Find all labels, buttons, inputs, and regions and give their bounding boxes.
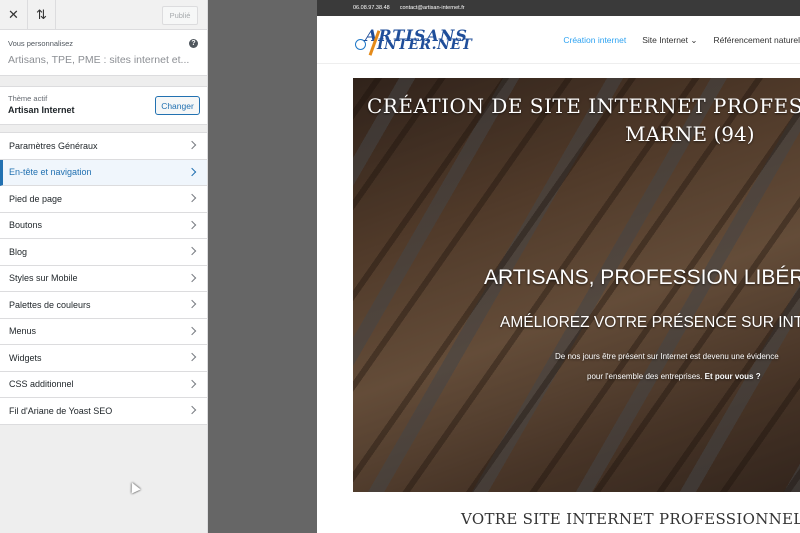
chevron-right-icon bbox=[187, 193, 197, 203]
contact-email[interactable]: contact@artisan-internet.fr bbox=[400, 5, 465, 11]
menu-item-label: Paramètres Généraux bbox=[9, 140, 98, 151]
publish-button[interactable]: Publié bbox=[162, 6, 198, 25]
menu-item-label: Palettes de couleurs bbox=[9, 299, 91, 310]
menu-item-mobile-styles[interactable]: Styles sur Mobile bbox=[0, 265, 207, 292]
section-title: VOTRE SITE INTERNET PROFESSIONNEL bbox=[461, 510, 800, 528]
hero-text-line1: De nos jours être présent sur Internet e… bbox=[555, 352, 779, 361]
nav-item-referencement[interactable]: Référencement naturel bbox=[714, 35, 800, 45]
nav-item-site-internet[interactable]: Site Internet ⌄ bbox=[642, 35, 697, 46]
menu-item-label: Menus bbox=[9, 326, 37, 337]
site-title: Artisans, TPE, PME : sites internet et..… bbox=[8, 54, 190, 66]
chevron-right-icon bbox=[187, 352, 197, 362]
chevron-down-icon: ⌄ bbox=[690, 34, 698, 45]
change-theme-button[interactable]: Changer bbox=[155, 96, 200, 115]
customizer-menu: Paramètres Généraux En-tête et navigatio… bbox=[0, 132, 207, 425]
chevron-right-icon bbox=[187, 167, 197, 176]
hero-text-line2: pour l'ensemble des entreprises. Et pour… bbox=[587, 372, 761, 381]
menu-item-label: Boutons bbox=[9, 220, 43, 231]
chevron-right-icon bbox=[187, 246, 197, 256]
customizer-sidebar: ✕ ⇅ Publié Vous personnalisez Artisans, … bbox=[0, 0, 208, 533]
hero-subtitle: ARTISANS, PROFESSION LIBÉRALE bbox=[484, 266, 800, 289]
menu-item-menus[interactable]: Menus bbox=[0, 318, 207, 345]
site-header: ARTISANS INTER.NET Création internet Sit… bbox=[317, 16, 800, 64]
customizer-info: Vous personnalisez Artisans, TPE, PME : … bbox=[0, 30, 207, 76]
chevron-right-icon bbox=[187, 220, 197, 229]
site-preview: 06.08.97.38.48 contact@artisan-internet.… bbox=[317, 0, 800, 533]
chevron-right-icon bbox=[187, 379, 197, 388]
menu-item-additional-css[interactable]: CSS additionnel bbox=[0, 371, 207, 398]
hero-banner: CRÉATION DE SITE INTERNET PROFESSIONNEL … bbox=[353, 78, 800, 492]
logo-line2: INTER.NET bbox=[377, 37, 473, 53]
info-heading: Vous personnalisez bbox=[8, 39, 74, 48]
menu-item-buttons[interactable]: Boutons bbox=[0, 212, 207, 239]
sort-arrows-icon[interactable]: ⇅ bbox=[28, 0, 56, 30]
close-icon[interactable]: ✕ bbox=[0, 0, 28, 30]
chevron-right-icon bbox=[187, 326, 197, 335]
menu-item-blog[interactable]: Blog bbox=[0, 239, 207, 266]
chevron-right-icon bbox=[187, 405, 197, 415]
hero-tagline: AMÉLIOREZ VOTRE PRÉSENCE SUR INTERNET bbox=[500, 314, 800, 331]
menu-item-widgets[interactable]: Widgets bbox=[0, 345, 207, 372]
site-logo[interactable]: ARTISANS INTER.NET bbox=[355, 26, 475, 56]
menu-item-label: CSS additionnel bbox=[9, 379, 74, 390]
hero-text-bold: Et pour vous ? bbox=[704, 372, 761, 381]
menu-item-label: Blog bbox=[9, 246, 28, 257]
active-theme-panel: Thème actif Artisan Internet Changer bbox=[0, 86, 207, 125]
customizer-topbar: ✕ ⇅ Publié bbox=[0, 0, 207, 30]
menu-item-color-palettes[interactable]: Palettes de couleurs bbox=[0, 292, 207, 319]
chevron-right-icon bbox=[187, 273, 197, 282]
hero-title: CRÉATION DE SITE INTERNET PROFESSIONNEL bbox=[367, 94, 800, 118]
menu-item-label: Pied de page bbox=[9, 193, 63, 204]
menu-item-label: En-tête et navigation bbox=[9, 167, 92, 178]
hero-text-part: pour l'ensemble des entreprises. bbox=[587, 372, 703, 381]
menu-item-label: Styles sur Mobile bbox=[9, 273, 78, 284]
menu-item-yoast-breadcrumbs[interactable]: Fil d'Ariane de Yoast SEO bbox=[0, 398, 207, 425]
main-navigation: Création internet Site Internet ⌄ Référe… bbox=[563, 16, 800, 64]
menu-item-general-settings[interactable]: Paramètres Généraux bbox=[0, 133, 207, 160]
nav-item-creation[interactable]: Création internet bbox=[563, 35, 626, 45]
menu-item-footer[interactable]: Pied de page bbox=[0, 186, 207, 213]
top-contact-bar: 06.08.97.38.48 contact@artisan-internet.… bbox=[317, 0, 800, 16]
phone-number[interactable]: 06.08.97.38.48 bbox=[353, 5, 390, 11]
mouse-cursor-icon bbox=[127, 480, 141, 494]
menu-item-label: Fil d'Ariane de Yoast SEO bbox=[9, 405, 113, 416]
chevron-right-icon bbox=[187, 299, 197, 309]
menu-item-label: Widgets bbox=[9, 352, 42, 363]
menu-item-header-navigation[interactable]: En-tête et navigation bbox=[0, 159, 207, 186]
hero-title-line2: MARNE (94) bbox=[625, 122, 755, 146]
chevron-right-icon bbox=[187, 140, 197, 150]
nav-item-label: Site Internet bbox=[642, 34, 689, 45]
help-icon[interactable]: ? bbox=[189, 39, 198, 48]
